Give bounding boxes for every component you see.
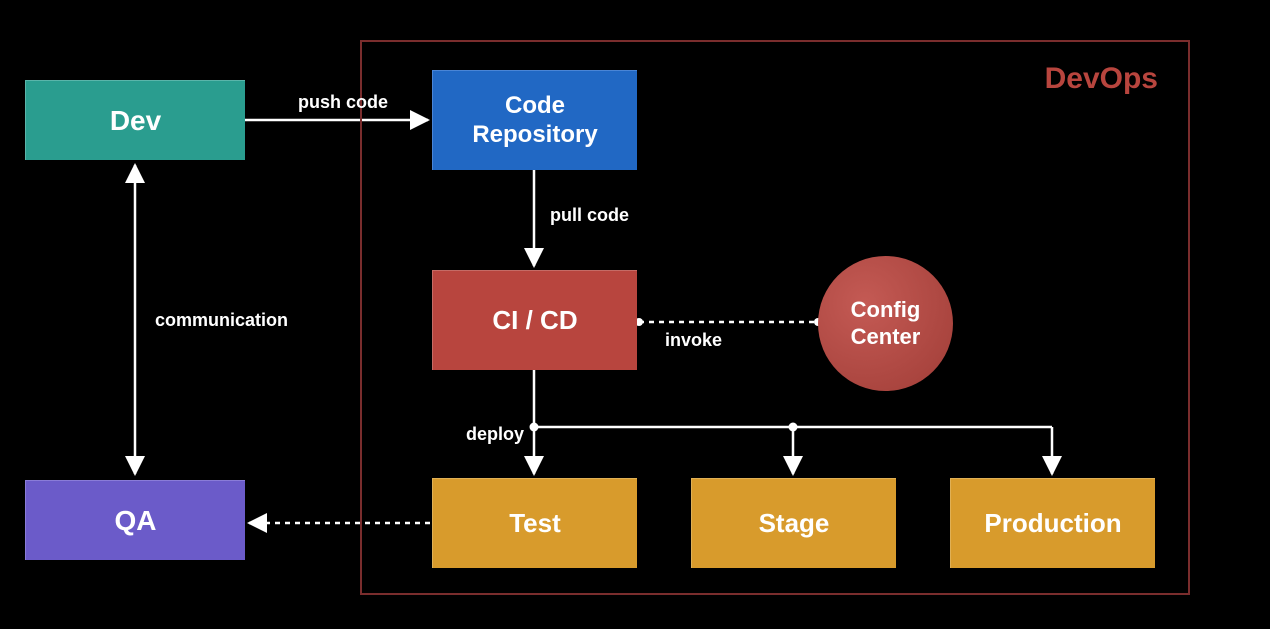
node-config-label: Config Center <box>851 297 921 350</box>
node-qa: QA <box>25 480 245 560</box>
node-config-center: Config Center <box>818 256 953 391</box>
node-stage-label: Stage <box>759 508 830 539</box>
node-dev: Dev <box>25 80 245 160</box>
node-test-label: Test <box>509 508 561 539</box>
label-pull-code: pull code <box>550 205 629 226</box>
node-code-repo: Code Repository <box>432 70 637 170</box>
devops-title: DevOps <box>1045 62 1158 96</box>
label-invoke: invoke <box>665 330 722 351</box>
node-code-repo-label: Code Repository <box>472 92 597 150</box>
node-production: Production <box>950 478 1155 568</box>
node-test: Test <box>432 478 637 568</box>
node-stage: Stage <box>691 478 896 568</box>
label-communication: communication <box>155 310 288 331</box>
label-push-code: push code <box>298 92 388 113</box>
node-dev-label: Dev <box>110 105 161 137</box>
node-cicd-label: CI / CD <box>492 305 577 336</box>
node-cicd: CI / CD <box>432 270 637 370</box>
node-production-label: Production <box>984 508 1121 539</box>
label-deploy: deploy <box>466 424 524 445</box>
node-qa-label: QA <box>115 505 157 537</box>
